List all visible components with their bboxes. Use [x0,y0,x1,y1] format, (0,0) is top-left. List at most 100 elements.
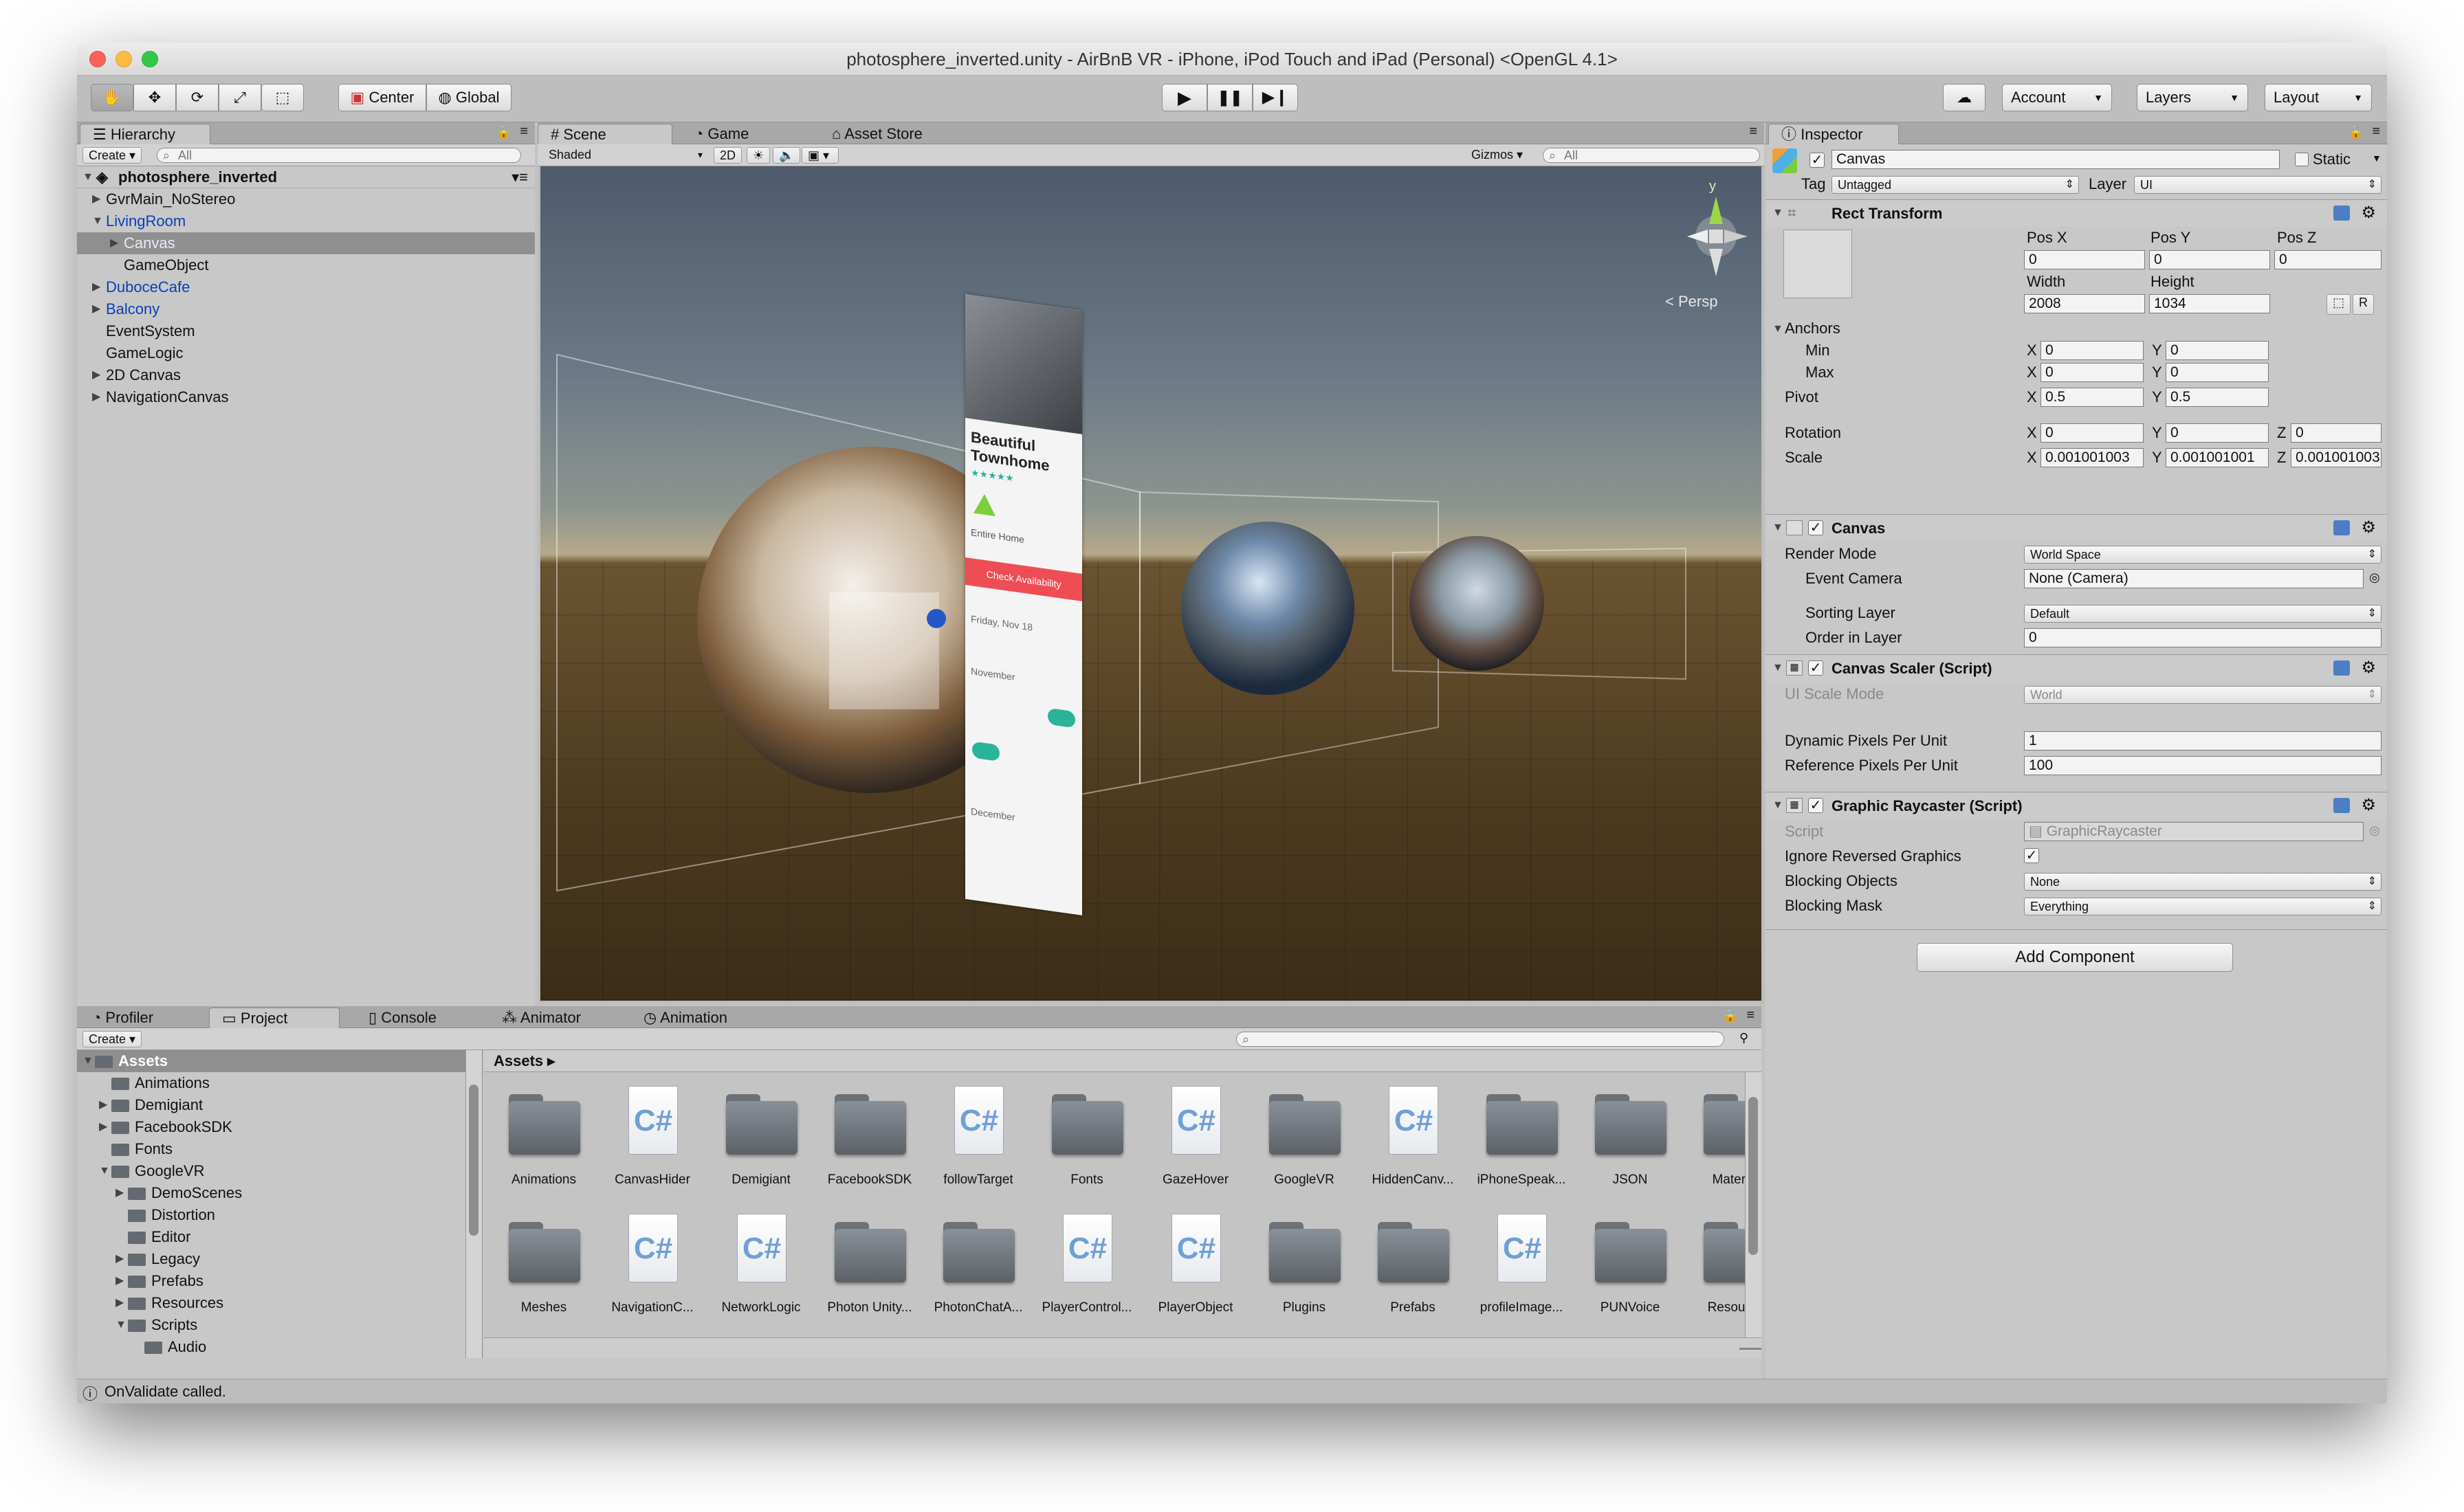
reference-pixels-field[interactable]: 100 [2024,756,2382,775]
gear-icon[interactable]: ⚙ [2361,203,2376,223]
canvas-scaler-enabled-checkbox[interactable]: ✓ [1808,660,1823,676]
expand-arrow-icon[interactable]: ▶ [92,298,100,320]
hierarchy-search-input[interactable]: ⌕ All [157,148,521,163]
asset-item[interactable]: FacebookSDK [818,1079,921,1203]
expand-arrow-icon[interactable]: ▶ [99,1116,107,1138]
project-tree-item[interactable]: ▼ Scripts [77,1314,466,1336]
collapse-arrow-icon[interactable]: ▼ [116,1314,126,1336]
scale-z-field[interactable]: 0.001001003 [2291,448,2382,467]
hierarchy-item[interactable]: ▼ LivingRoom [77,210,535,232]
static-checkbox[interactable] [2295,153,2309,166]
object-picker-icon[interactable]: ◎ [2369,570,2380,585]
account-dropdown[interactable]: Account ▼ [2002,84,2112,111]
panel-menu-icon[interactable]: ≡ [1749,124,1757,140]
asset-item[interactable]: PUNVoice [1578,1207,1682,1331]
project-tree-item[interactable]: ▼ Assets [77,1050,466,1072]
rotation-x-field[interactable]: 0 [2040,423,2144,443]
lock-icon[interactable]: 🔒 [496,125,512,140]
asset-item[interactable]: Animations [492,1079,595,1203]
project-tree-item[interactable]: Audio [77,1336,466,1358]
collapse-arrow-icon[interactable]: ▼ [1772,522,1783,534]
project-tree-item[interactable]: ▶ Legacy [77,1248,466,1270]
add-component-button[interactable]: Add Component [1917,943,2233,972]
hierarchy-item[interactable]: GameObject [77,254,535,276]
expand-arrow-icon[interactable]: ▶ [116,1248,124,1270]
scene-menu-icon[interactable]: ▾≡ [512,166,528,188]
tag-dropdown[interactable]: Untagged [1832,176,2079,194]
scale-x-field[interactable]: 0.001001003 [2040,448,2144,467]
asset-item[interactable]: C# CanvasHider [601,1079,704,1203]
asset-item[interactable]: JSON [1578,1079,1682,1203]
anchor-min-x-field[interactable]: 0 [2040,341,2144,360]
posz-field[interactable]: 0 [2274,250,2382,269]
asset-item[interactable]: Demigiant [710,1079,813,1203]
scene-search-input[interactable]: ⌕ All [1543,148,1760,163]
hand-tool-button[interactable]: ✋ [91,84,133,111]
tab-game[interactable]: ◔ Game [682,124,813,144]
help-icon[interactable] [2333,798,2350,813]
project-tree-item[interactable]: ▶ Resources [77,1292,466,1314]
hierarchy-item[interactable]: ▶ Balcony [77,298,535,320]
help-icon[interactable] [2333,660,2350,676]
event-camera-field[interactable]: None (Camera) [2024,569,2364,588]
asset-item[interactable]: C# followTarget [927,1079,1030,1203]
layers-dropdown[interactable]: Layers ▼ [2137,84,2248,111]
play-button[interactable]: ▶ [1162,84,1207,111]
asset-item[interactable]: GoogleVR [1253,1079,1356,1203]
layer-dropdown[interactable]: UI [2134,176,2382,194]
blocking-mask-dropdown[interactable]: Everything [2024,898,2382,915]
order-in-layer-field[interactable]: 0 [2024,628,2382,647]
asset-item[interactable]: C# HiddenCanv... [1361,1079,1464,1203]
panel-menu-icon[interactable]: ≡ [520,124,528,140]
asset-item[interactable]: Plugins [1253,1207,1356,1331]
expand-arrow-icon[interactable]: ▶ [92,364,100,386]
expand-arrow-icon[interactable]: ▶ [110,232,118,254]
scene-lighting-button[interactable]: ☀ [747,147,771,164]
pivot-center-toggle[interactable]: ▣ Center [338,84,426,111]
pivot-global-toggle[interactable]: ◍ Global [426,84,512,111]
asset-item[interactable]: C# NavigationC... [601,1207,704,1331]
rect-transform-header[interactable]: ▼ ⌗ Rect Transform ⚙ [1766,199,2387,227]
height-field[interactable]: 1034 [2149,294,2270,313]
project-tree-item[interactable]: Fonts [77,1138,466,1160]
graphic-raycaster-header[interactable]: ▼ ▦ ✓ Graphic Raycaster (Script) ⚙ [1766,792,2387,819]
asset-item[interactable]: Meshes [492,1207,595,1331]
balcony-photosphere[interactable] [1409,536,1544,671]
lock-icon[interactable]: 🔒 [1723,1009,1738,1023]
maximize-window-button[interactable] [142,51,158,67]
airbnb-listing-card[interactable]: Beautiful Townhome ★★★★★ Entire Home Che… [965,294,1082,915]
tree-scrollbar-thumb[interactable] [469,1085,478,1236]
persp-label[interactable]: < Persp [1665,293,1717,311]
filter-type-icon[interactable]: ⚲ [1739,1031,1748,1045]
asset-item[interactable]: C# NetworkLogic [710,1207,813,1331]
anchor-preset-box[interactable] [1783,230,1852,298]
expand-arrow-icon[interactable]: ▶ [99,1094,107,1116]
lock-icon[interactable]: 🔒 [2348,125,2364,140]
rotate-tool-button[interactable]: ⟳ [176,84,219,111]
tree-scrollbar[interactable] [465,1050,482,1358]
rotation-z-field[interactable]: 0 [2291,423,2382,443]
graphic-raycaster-enabled-checkbox[interactable]: ✓ [1808,798,1823,813]
asset-item[interactable]: C# PlayerControl... [1035,1207,1138,1331]
help-icon[interactable] [2333,520,2350,535]
sorting-layer-dropdown[interactable]: Default [2024,605,2382,623]
expand-arrow-icon[interactable]: ▶ [92,276,100,298]
scene-viewport[interactable]: y < Persp Beautiful Townhome ★★★★★ Entir… [540,166,1761,1001]
expand-arrow-icon[interactable]: ▶ [116,1270,124,1292]
hierarchy-item[interactable]: GameLogic [77,342,535,364]
hierarchy-create-button[interactable]: Create ▾ [82,147,142,164]
asset-item[interactable]: Fonts [1035,1079,1138,1203]
ignore-reversed-checkbox[interactable]: ✓ [2024,848,2039,863]
tab-asset-store[interactable]: ⌂ Asset Store [820,124,984,144]
move-tool-button[interactable]: ✥ [133,84,176,111]
anchor-max-x-field[interactable]: 0 [2040,363,2144,382]
scene-audio-button[interactable]: 🔈 [773,147,801,164]
render-mode-dropdown[interactable]: World Space [2024,546,2382,564]
pivot-x-field[interactable]: 0.5 [2040,388,2144,407]
collapse-arrow-icon[interactable]: ▼ [1772,207,1783,219]
dubocecafe-photosphere[interactable] [1181,522,1354,695]
expand-arrow-icon[interactable]: ▶ [116,1292,124,1314]
project-tree-item[interactable]: ▶ DemoScenes [77,1182,466,1204]
assets-scrollbar-thumb[interactable] [1748,1097,1758,1255]
collapse-arrow-icon[interactable]: ▼ [82,1050,94,1072]
